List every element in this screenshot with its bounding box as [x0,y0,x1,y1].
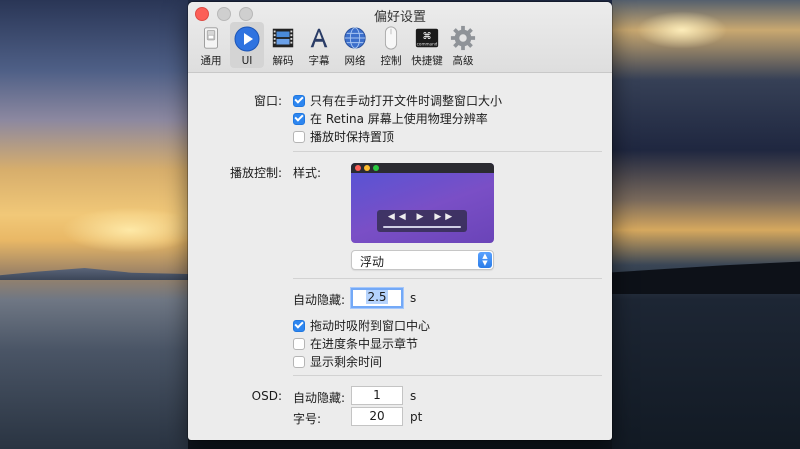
desktop-wallpaper-left [0,0,188,449]
tab-control-label: 控制 [380,55,402,67]
osc-autohide-value: 2.5 [366,290,388,304]
option-retina-physical[interactable]: 在 Retina 屏幕上使用物理分辨率 [293,110,488,127]
tab-codec-label: 解码 [272,55,294,67]
separator [293,278,602,279]
play-icon [234,26,260,52]
titlebar: 偏好设置 通用 UI 解码 字幕 网络 控制 ⌘ command 快捷键 高级 [188,2,612,73]
osc-autohide-label: 自动隐藏: [293,293,346,307]
tab-control[interactable]: 控制 [374,22,408,68]
switch-icon [204,27,218,49]
osd-fontsize-unit: pt [410,410,423,424]
option-show-chapters[interactable]: 在进度条中显示章节 [293,335,418,352]
preview-osc-bar: ◀◀ ▶ ▶▶ [377,210,467,232]
command-key-text: command [417,41,438,46]
chevron-updown-icon: ▲ ▼ [478,252,492,268]
mouse-icon [384,26,398,50]
preview-titlebar [351,163,494,173]
preferences-toolbar: 通用 UI 解码 字幕 网络 控制 ⌘ command 快捷键 高级 [194,22,480,68]
osc-autohide-input[interactable]: 2.5 [351,288,403,308]
osc-autohide-unit: s [410,291,417,305]
tab-subtitle-label: 字幕 [308,55,330,67]
tab-shortcut-label: 快捷键 [411,55,443,67]
option-retina-physical-label: 在 Retina 屏幕上使用物理分辨率 [310,112,488,126]
osd-section-label: OSD: [251,389,282,403]
globe-icon [344,27,366,49]
osd-autohide-unit: s [410,389,417,403]
separator [293,151,602,152]
option-resize-on-open-label: 只有在手动打开文件时调整窗口大小 [310,94,503,108]
osd-autohide-value: 1 [373,388,381,402]
tab-subtitle[interactable]: 字幕 [302,22,336,68]
tab-ui[interactable]: UI [230,22,264,68]
tab-network-label: 网络 [344,55,366,67]
preferences-window: 偏好设置 通用 UI 解码 字幕 网络 控制 ⌘ command 快捷键 高级 … [188,2,612,440]
osc-style-select[interactable]: 浮动 ▲ ▼ [351,250,494,270]
letter-a-icon [310,28,328,48]
tab-general[interactable]: 通用 [194,22,228,68]
checkbox-resize-on-open[interactable] [293,94,305,107]
osd-autohide-label: 自动隐藏: [293,391,346,405]
option-show-chapters-label: 在进度条中显示章节 [310,337,419,351]
osd-fontsize-value: 20 [369,409,385,423]
option-remaining-time[interactable]: 显示剩余时间 [293,353,382,370]
osd-autohide-input[interactable]: 1 [351,386,403,405]
checkbox-remaining-time[interactable] [293,355,305,368]
osd-fontsize-label: 字号: [293,412,322,426]
preview-progress-track [383,226,461,228]
playback-section-label: 播放控制: [229,166,282,180]
desktop-wallpaper-right [612,0,800,449]
tab-advanced-label: 高级 [452,55,474,67]
gear-icon [450,25,476,51]
preview-window-dots [355,165,379,171]
checkbox-show-chapters[interactable] [293,337,305,350]
tab-network[interactable]: 网络 [338,22,372,68]
tab-advanced[interactable]: 高级 [446,22,480,68]
option-keep-on-top-label: 播放时保持置顶 [310,130,395,144]
option-keep-on-top[interactable]: 播放时保持置顶 [293,128,394,145]
window-section-label: 窗口: [253,94,282,108]
checkbox-retina-physical[interactable] [293,112,305,125]
osc-style-preview: ◀◀ ▶ ▶▶ [351,163,494,243]
style-label: 样式: [293,166,322,180]
command-key-icon: ⌘ command [415,28,439,48]
checkbox-snap-to-center[interactable] [293,319,305,332]
osc-style-selected: 浮动 [360,255,385,269]
tab-shortcut[interactable]: ⌘ command 快捷键 [410,22,444,68]
preferences-content: 窗口: 只有在手动打开文件时调整窗口大小 在 Retina 屏幕上使用物理分辨率… [188,73,612,440]
tab-codec[interactable]: 解码 [266,22,300,68]
option-resize-on-open[interactable]: 只有在手动打开文件时调整窗口大小 [293,92,502,109]
checkbox-keep-on-top[interactable] [293,130,305,143]
option-snap-to-center[interactable]: 拖动时吸附到窗口中心 [293,317,430,334]
option-snap-to-center-label: 拖动时吸附到窗口中心 [310,319,431,333]
tab-general-label: 通用 [200,55,222,67]
osd-fontsize-input[interactable]: 20 [351,407,403,426]
preview-osc-buttons: ◀◀ ▶ ▶▶ [387,212,457,222]
svg-text:⌘: ⌘ [422,31,431,42]
option-remaining-time-label: 显示剩余时间 [310,355,383,369]
tab-ui-label: UI [241,55,253,67]
film-icon [272,28,294,48]
separator [293,375,602,376]
